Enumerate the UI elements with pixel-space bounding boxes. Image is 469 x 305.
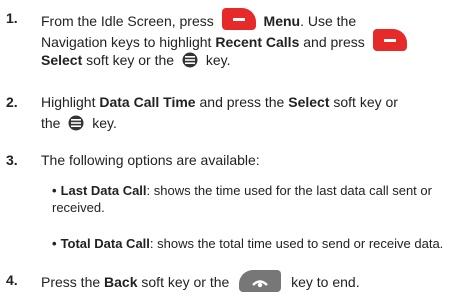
option-description: received. [52, 200, 105, 215]
menu-label: Menu [263, 13, 301, 29]
text-fragment: and press the [199, 94, 285, 110]
option-description: : shows the time used for the last data … [146, 183, 432, 198]
text-fragment: Highlight [41, 94, 96, 110]
bullet-total-data-call: • Total Data Call: shows the total time u… [52, 235, 462, 252]
text-fragment: key. [205, 52, 231, 68]
step-number: 4. [6, 272, 18, 288]
text-fragment: . Use the [300, 13, 357, 29]
back-label: Back [104, 274, 138, 290]
bullet-dot: • [52, 236, 57, 251]
text-fragment: key to end. [291, 274, 360, 290]
navigation-key-icon [182, 52, 198, 68]
text-fragment: Press the [41, 274, 101, 290]
step-text: Press the Back soft key or the key to en… [41, 270, 461, 292]
text-fragment: soft key or the [86, 52, 175, 68]
step-text: The following options are available: [41, 150, 461, 171]
left-soft-key-icon [221, 8, 256, 30]
bullet-last-data-call: • Last Data Call: shows the time used for… [52, 182, 462, 216]
end-key-icon [239, 270, 282, 292]
select-label: Select [288, 94, 330, 110]
instruction-document: 1. From the Idle Screen, press Menu. Use… [0, 0, 469, 305]
data-call-time-label: Data Call Time [99, 94, 196, 110]
select-label: Select [41, 52, 83, 68]
text-fragment: key. [92, 115, 117, 131]
text-fragment: the [41, 115, 61, 131]
text-fragment: The following options are available: [41, 152, 260, 168]
step-number: 1. [6, 10, 18, 26]
step-text: Highlight Data Call Time and press the S… [41, 92, 461, 134]
option-term: Total Data Call [60, 236, 150, 251]
text-fragment: From the Idle Screen, press [41, 13, 214, 29]
text-fragment: Navigation keys to highlight [41, 34, 212, 50]
recent-calls-label: Recent Calls [215, 34, 300, 50]
navigation-key-icon [68, 115, 84, 131]
text-fragment: and press [303, 34, 365, 50]
text-fragment: soft key or the [141, 274, 230, 290]
step-number: 2. [6, 94, 18, 110]
right-soft-key-icon [372, 29, 407, 51]
step-text: From the Idle Screen, press Menu. Use th… [41, 8, 461, 71]
option-description: : shows the total time used to send or r… [149, 236, 444, 251]
text-fragment: soft key or [333, 94, 398, 110]
step-number: 3. [6, 152, 18, 168]
option-term: Last Data Call [60, 183, 147, 198]
bullet-dot: • [52, 183, 57, 198]
